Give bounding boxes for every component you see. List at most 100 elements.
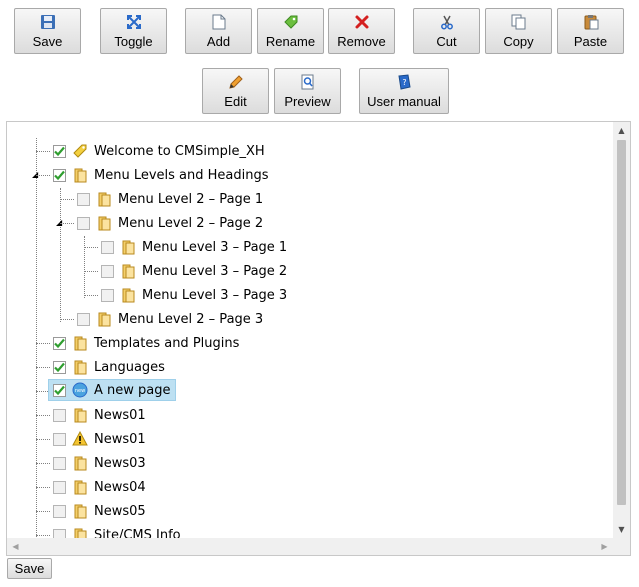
folder-icon — [95, 214, 113, 232]
tree-node[interactable]: News04 — [53, 476, 146, 498]
checkbox[interactable] — [53, 480, 66, 494]
scroll-down-icon[interactable]: ▼ — [613, 521, 630, 538]
checkbox[interactable] — [101, 264, 114, 278]
save-bottom-button[interactable]: Save — [7, 558, 52, 579]
checkbox-checked[interactable] — [53, 336, 66, 350]
checkbox[interactable] — [53, 408, 66, 422]
expand-arrows-icon — [125, 13, 143, 31]
tree-node[interactable]: new A new page — [48, 379, 176, 401]
checkbox-checked[interactable] — [53, 360, 66, 374]
tree-connector — [36, 138, 37, 538]
tree-connector — [60, 199, 74, 200]
pencil-icon — [227, 73, 245, 91]
red-x-icon — [353, 13, 371, 31]
add-button[interactable]: Add — [185, 8, 252, 54]
edit-button[interactable]: Edit — [202, 68, 269, 114]
folder-icon — [71, 478, 89, 496]
checkbox-checked[interactable] — [53, 383, 66, 397]
tree-node[interactable]: News03 — [53, 452, 146, 474]
vertical-scrollbar[interactable]: ▲ ▼ — [613, 122, 630, 538]
tree-connector — [84, 271, 98, 272]
toggle-button-label: Toggle — [114, 34, 153, 49]
scrollbar-corner — [613, 538, 630, 555]
scroll-left-icon[interactable]: ◀ — [7, 538, 24, 555]
checkbox[interactable] — [77, 216, 90, 230]
svg-text:new: new — [75, 388, 85, 394]
tree-node[interactable]: Menu Level 3 – Page 3 — [101, 284, 287, 306]
tree-connector — [36, 439, 50, 440]
preview-button-label: Preview — [284, 94, 331, 109]
checkbox[interactable] — [53, 456, 66, 470]
tree-node[interactable]: Site/CMS Info — [53, 524, 181, 538]
tree-connector — [36, 511, 50, 512]
scrollbar-thumb[interactable] — [617, 140, 626, 505]
scroll-right-icon[interactable]: ▶ — [596, 538, 613, 555]
tree-connector — [36, 463, 50, 464]
checkbox[interactable] — [101, 288, 114, 302]
checkbox-checked[interactable] — [53, 168, 66, 182]
tree-connector — [84, 247, 98, 248]
tree-node-label: News03 — [94, 455, 146, 471]
warning-icon — [71, 430, 89, 448]
save-button[interactable]: Save — [14, 8, 81, 54]
remove-button[interactable]: Remove — [328, 8, 395, 54]
folder-icon — [71, 406, 89, 424]
clipboard-icon — [582, 13, 600, 31]
tree-node-label: Menu Levels and Headings — [94, 167, 269, 183]
preview-button[interactable]: Preview — [274, 68, 341, 114]
tree-node[interactable]: Menu Level 2 – Page 2 — [77, 212, 263, 234]
tree-node-label: Templates and Plugins — [94, 335, 240, 351]
tree-node-label: Menu Level 2 – Page 2 — [118, 215, 264, 231]
tree-node-label: News04 — [94, 479, 146, 495]
tree-node[interactable]: Menu Level 2 – Page 1 — [77, 188, 263, 210]
yellow-tag-icon — [71, 142, 89, 160]
checkbox[interactable] — [77, 312, 90, 326]
user-manual-button-label: User manual — [367, 94, 441, 109]
folder-icon — [71, 454, 89, 472]
tree-node[interactable]: Languages — [53, 356, 165, 378]
folder-icon — [119, 262, 137, 280]
paste-button[interactable]: Paste — [557, 8, 624, 54]
tree-node[interactable]: Menu Level 3 – Page 1 — [101, 236, 287, 258]
tree-node[interactable]: Menu Level 2 – Page 3 — [77, 308, 263, 330]
tree-node[interactable]: Welcome to CMSimple_XH — [53, 140, 265, 162]
folder-icon — [71, 166, 89, 184]
copy-button-label: Copy — [503, 34, 534, 49]
scroll-up-icon[interactable]: ▲ — [613, 122, 630, 139]
folder-icon — [95, 190, 113, 208]
cut-button[interactable]: Cut — [413, 8, 480, 54]
toggle-button[interactable]: Toggle — [100, 8, 167, 54]
folder-icon — [71, 526, 89, 538]
horizontal-scrollbar[interactable]: ◀ ▶ — [7, 538, 613, 555]
checkbox[interactable] — [53, 528, 66, 538]
tree-connector — [36, 535, 50, 536]
copy-button[interactable]: Copy — [485, 8, 552, 54]
tree-node-label: Languages — [94, 359, 165, 375]
tree-connector — [60, 223, 74, 224]
tree-connector — [84, 295, 98, 296]
tree-node[interactable]: News05 — [53, 500, 146, 522]
tree-connector — [36, 175, 50, 176]
tree-connector — [36, 151, 50, 152]
tree-connector — [60, 188, 61, 322]
tree-node[interactable]: News01 — [53, 428, 146, 450]
tree-node[interactable]: News01 — [53, 404, 146, 426]
cut-button-label: Cut — [436, 34, 457, 49]
tree-node[interactable]: Menu Level 3 – Page 2 — [101, 260, 287, 282]
checkbox[interactable] — [101, 240, 114, 254]
folder-icon — [71, 358, 89, 376]
checkbox-checked[interactable] — [53, 144, 66, 158]
checkbox[interactable] — [53, 504, 66, 518]
tree-node-label: Menu Level 3 – Page 2 — [142, 263, 288, 279]
checkbox[interactable] — [53, 432, 66, 446]
user-manual-button[interactable]: ? User manual — [359, 68, 449, 114]
folder-icon — [71, 502, 89, 520]
tree-node[interactable]: Menu Levels and Headings — [53, 164, 269, 186]
tree-node[interactable]: Templates and Plugins — [53, 332, 239, 354]
scissors-icon — [438, 13, 456, 31]
rename-button[interactable]: Rename — [257, 8, 324, 54]
tree-connector — [36, 367, 50, 368]
checkbox[interactable] — [77, 192, 90, 206]
tree-connector — [36, 487, 50, 488]
help-book-icon: ? — [395, 73, 413, 91]
